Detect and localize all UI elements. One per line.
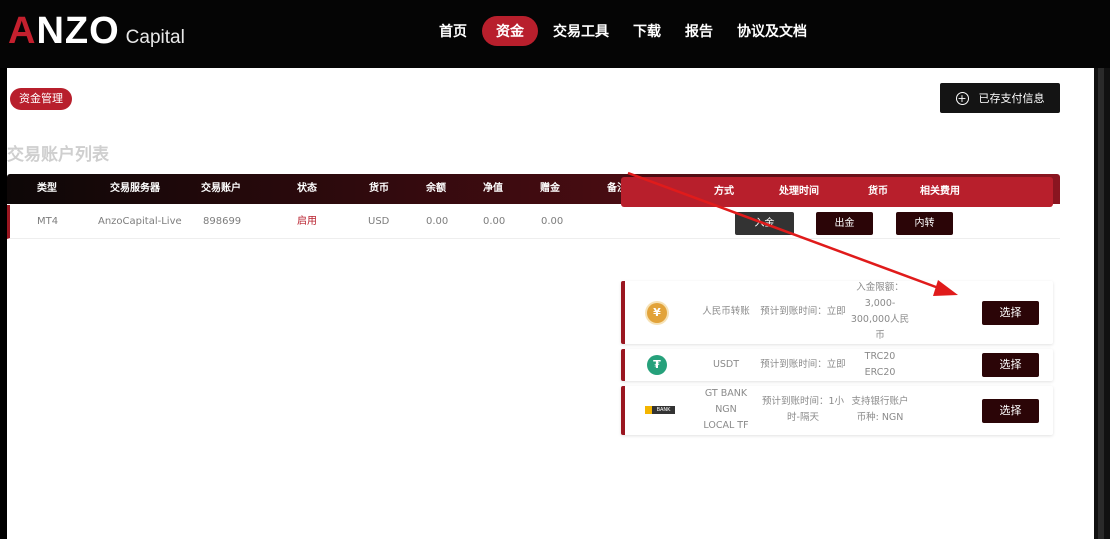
yuan-coin-icon: ¥ (647, 303, 667, 323)
main-nav: 首页 资金 交易工具 下载 报告 协议及文档 (430, 16, 822, 46)
cell-server: AnzoCapital-Live (98, 216, 182, 227)
nav-agreements-docs[interactable]: 协议及文档 (728, 16, 816, 46)
table-row: MT4 AnzoCapital-Live 898699 启用 USD 0.00 … (7, 205, 1060, 239)
plus-circle-icon: + (955, 91, 969, 105)
nav-funds[interactable]: 资金 (482, 16, 538, 46)
anzo-capital-logo[interactable]: ANZO Capital (8, 10, 185, 53)
col-bonus: 赠金 (540, 183, 560, 194)
method-time: 预计到账时间：立即 (760, 306, 846, 317)
logo-wordmark: ANZO (8, 10, 120, 52)
deposit-method-row-gtbank: BANK GT BANK NGN LOCAL TF 预计到账时间：1小时-隔天 … (621, 386, 1053, 435)
cell-equity: 0.00 (483, 216, 506, 227)
col-equity: 净值 (483, 183, 503, 194)
method-name: 人民币转账 (702, 306, 750, 317)
nav-reports[interactable]: 报告 (676, 16, 722, 46)
cell-balance: 0.00 (426, 216, 449, 227)
col-account: 交易账户 (201, 183, 241, 194)
col-balance: 余额 (426, 183, 446, 194)
page-scrollbar[interactable] (1098, 68, 1104, 539)
tether-usdt-icon: ₮ (647, 355, 667, 375)
deposit-method-row-rmb: ¥ 人民币转账 预计到账时间：立即 入金限额：3,000-300,000人民币 … (621, 281, 1053, 344)
method-time: 预计到账时间：1小时-隔天 (761, 396, 845, 423)
funds-management-badge[interactable]: 资金管理 (10, 88, 72, 110)
col-method: 方式 (714, 186, 734, 197)
deposit-button[interactable]: 入金 (735, 212, 794, 235)
select-button[interactable]: 选择 (982, 353, 1039, 377)
nav-download[interactable]: 下载 (624, 16, 670, 46)
col-method-currency: 货币 (868, 186, 888, 197)
select-button[interactable]: 选择 (982, 399, 1039, 423)
col-processing-time: 处理时间 (779, 186, 819, 197)
cell-currency: USD (368, 216, 390, 227)
col-status: 状态 (297, 183, 317, 194)
cell-bonus: 0.00 (541, 216, 564, 227)
page-scroll-area (1094, 68, 1110, 539)
nav-home[interactable]: 首页 (430, 16, 476, 46)
withdraw-button[interactable]: 出金 (816, 212, 873, 235)
col-server: 交易服务器 (110, 183, 160, 194)
saved-payment-info-button[interactable]: + 已存支付信息 (940, 83, 1060, 113)
col-currency: 货币 (369, 183, 389, 194)
nav-trading-tools[interactable]: 交易工具 (544, 16, 618, 46)
method-currency: 支持银行账户币种: NGN (851, 396, 909, 423)
col-fees: 相关费用 (920, 186, 960, 197)
bank-transfer-logo: BANK (645, 406, 675, 414)
cell-status: 启用 (297, 216, 317, 227)
transfer-button[interactable]: 内转 (896, 212, 953, 235)
select-button[interactable]: 选择 (982, 301, 1039, 325)
method-name: GT BANK NGN LOCAL TF (703, 388, 749, 431)
logo-subtitle: Capital (125, 27, 185, 48)
deposit-methods-header: 方式 处理时间 货币 相关费用 (621, 177, 1053, 207)
method-currency: TRC20 ERC20 (864, 351, 896, 378)
saved-payment-info-label: 已存支付信息 (978, 92, 1045, 105)
cell-account: 898699 (203, 216, 242, 227)
deposit-method-row-usdt: ₮ USDT 预计到账时间：立即 TRC20 ERC20 选择 (621, 349, 1053, 381)
method-currency: 入金限额：3,000-300,000人民币 (850, 282, 910, 341)
top-navigation-bar: ANZO Capital 首页 资金 交易工具 下载 报告 协议及文档 (0, 0, 1110, 68)
cell-type: MT4 (37, 216, 59, 227)
col-type: 类型 (37, 183, 57, 194)
method-name: USDT (712, 359, 740, 370)
method-time: 预计到账时间：立即 (760, 359, 846, 370)
section-title: 交易账户列表 (7, 145, 109, 165)
